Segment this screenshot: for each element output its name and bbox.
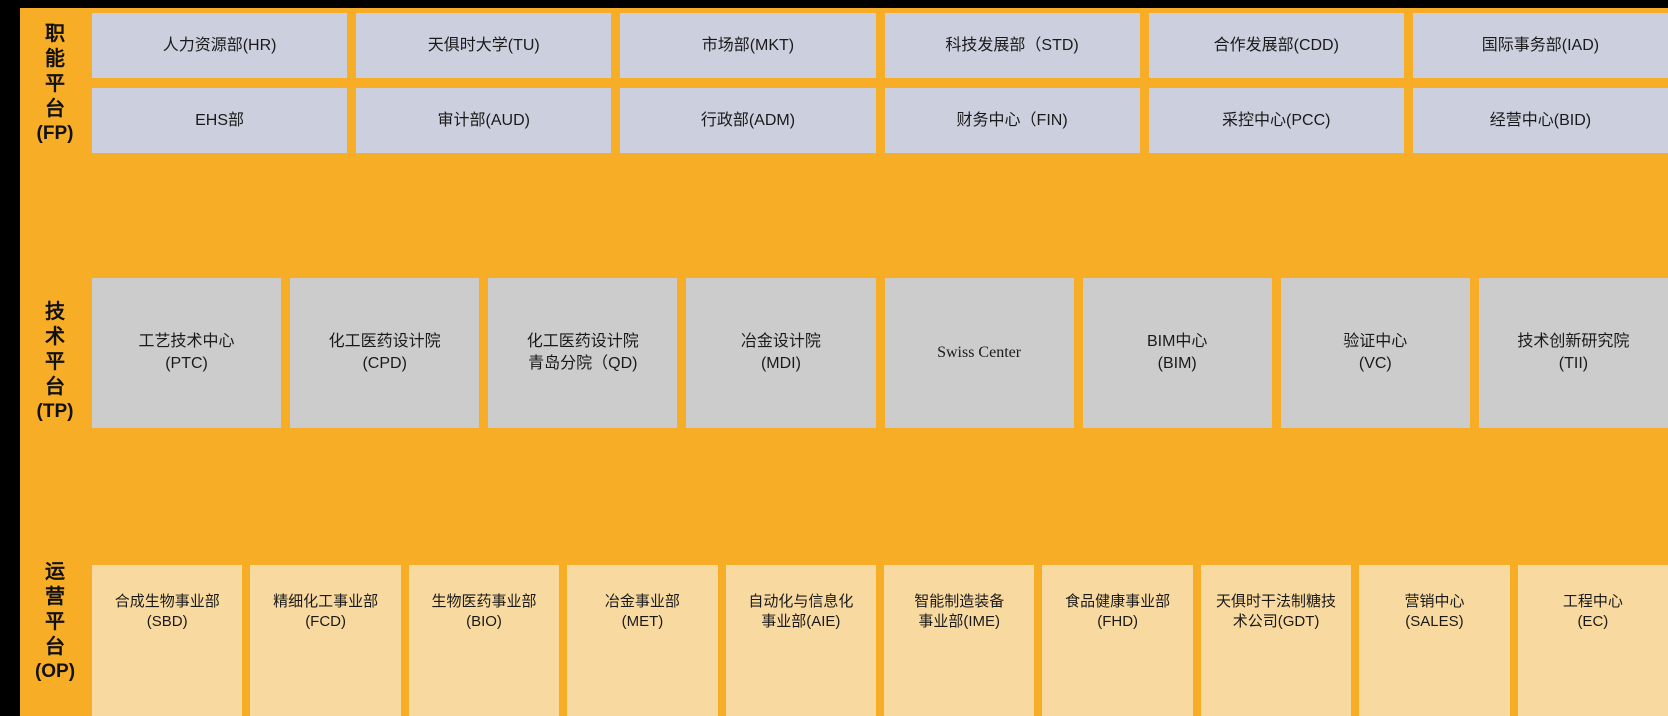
org-unit-label: 合成生物事业部 (SBD) [114,593,220,630]
org-unit-box[interactable]: 化工医药设计院 (CPD) [290,278,480,428]
org-unit-box[interactable]: 冶金设计院 (MDI) [686,278,876,428]
platform-row: EHS部 审计部(AUD) 行政部(ADM) 财务中心（FIN) 采控中心(PC… [92,88,1668,153]
platform-label-abbr: (TP) [36,401,74,422]
org-unit-box[interactable]: 食品健康事业部 (FHD) [1042,565,1193,716]
org-unit-box[interactable]: 生物医药事业部 (BIO) [408,565,560,716]
platform-label-char: 台 [45,376,65,398]
platform-label-char: 营 [45,586,65,608]
org-unit-label: 冶金设计院 (MDI) [740,333,821,372]
org-unit-box[interactable]: 工程中心 (EC) [1517,565,1668,716]
platform-label-char: 术 [45,326,65,348]
org-unit-label: 食品健康事业部 (FHD) [1065,593,1171,630]
platform-label-char: 台 [45,98,65,120]
platform-row: 合成生物事业部 (SBD) 精细化工事业部 (FCD) 生物医药事业部 (BIO… [92,565,1668,716]
platform-label-char: 能 [45,48,65,70]
platform-band-tp: 工艺技术中心 (PTC) 化工医药设计院 (CPD) 化工医药设计院 青岛分院（… [92,278,1668,428]
org-unit-label: 人力资源部(HR) [162,37,277,54]
org-unit-label: 验证中心 (VC) [1343,333,1408,372]
org-unit-box[interactable]: 技术创新研究院 (TII) [1478,278,1668,428]
org-unit-box[interactable]: 天俱时干法制糖技 术公司(GDT) [1200,565,1352,716]
org-unit-label: BIM中心 (BIM) [1146,333,1208,372]
org-unit-label: 天俱时干法制糖技 术公司(GDT) [1216,593,1337,630]
org-unit-label: 精细化工事业部 (FCD) [273,593,379,630]
org-unit-label: EHS部 [195,112,245,129]
org-unit-label: 财务中心（FIN) [956,112,1068,129]
platform-label-char: 运 [45,561,65,583]
org-unit-box[interactable]: 自动化与信息化 事业部(AIE) [725,565,877,716]
org-unit-box[interactable]: 智能制造装备 事业部(IME) [884,565,1035,716]
org-unit-label: 审计部(AUD) [437,112,530,129]
org-unit-label: 智能制造装备 事业部(IME) [914,593,1005,630]
platform-label-char: 平 [45,351,65,373]
org-unit-box[interactable]: 验证中心 (VC) [1280,278,1470,428]
org-unit-box[interactable]: Swiss Center [884,278,1074,428]
org-unit-label: 营销中心 (SALES) [1404,593,1465,630]
org-unit-box[interactable]: 合作发展部(CDD) [1148,13,1404,78]
platform-label-char: 台 [45,636,65,658]
platform-label-abbr: (OP) [34,661,76,682]
platform-label-char: 平 [45,611,65,633]
org-unit-box[interactable]: 国际事务部(IAD) [1412,13,1668,78]
org-unit-label: 技术创新研究院 (TII) [1517,333,1630,372]
org-unit-label: 冶金事业部 (MET) [604,593,680,630]
platform-label-char: 职 [45,23,65,45]
org-unit-label: 行政部(ADM) [700,112,796,129]
org-unit-label: 化工医药设计院 青岛分院（QD) [526,333,639,372]
org-unit-box[interactable]: 工艺技术中心 (PTC) [92,278,282,428]
platform-band-op: 合成生物事业部 (SBD) 精细化工事业部 (FCD) 生物医药事业部 (BIO… [92,565,1668,716]
org-platform-chart: 职 能 平 台 (FP) 人力资源部(HR) 天俱时大学(TU) 市场部(MKT… [0,0,1668,716]
org-unit-box[interactable]: EHS部 [92,88,348,153]
org-unit-label: 采控中心(PCC) [1222,112,1331,129]
org-unit-box[interactable]: 财务中心（FIN) [884,88,1140,153]
platform-label-op: 运 营 平 台 (OP) [20,528,90,716]
org-unit-label: 化工医药设计院 (CPD) [328,333,441,372]
platform-label-char: 技 [45,301,65,323]
org-unit-box[interactable]: 化工医药设计院 青岛分院（QD) [488,278,678,428]
platform-label-fp: 职 能 平 台 (FP) [20,8,90,160]
org-unit-label: 国际事务部(IAD) [1481,37,1600,54]
org-unit-label: 生物医药事业部 (BIO) [431,593,537,630]
org-unit-label: 天俱时大学(TU) [427,37,540,54]
org-unit-box[interactable]: 冶金事业部 (MET) [567,565,718,716]
platform-band-fp: 人力资源部(HR) 天俱时大学(TU) 市场部(MKT) 科技发展部（STD) … [92,13,1668,153]
platform-label-abbr: (FP) [36,123,74,144]
org-unit-box[interactable]: 合成生物事业部 (SBD) [92,565,243,716]
platform-label-char: 平 [45,73,65,95]
org-unit-box[interactable]: 审计部(AUD) [356,88,612,153]
org-unit-box[interactable]: 市场部(MKT) [620,13,876,78]
org-unit-box[interactable]: BIM中心 (BIM) [1082,278,1272,428]
org-unit-box[interactable]: 精细化工事业部 (FCD) [250,565,401,716]
org-unit-box[interactable]: 采控中心(PCC) [1148,88,1404,153]
org-unit-label: 经营中心(BID) [1489,112,1592,129]
org-unit-box[interactable]: 营销中心 (SALES) [1359,565,1510,716]
org-unit-label: 自动化与信息化 事业部(AIE) [748,593,854,630]
org-unit-box[interactable]: 天俱时大学(TU) [356,13,612,78]
org-unit-box[interactable]: 科技发展部（STD) [884,13,1140,78]
org-unit-label: 合作发展部(CDD) [1213,37,1339,54]
platform-label-tp: 技 术 平 台 (TP) [20,278,90,446]
platform-row: 人力资源部(HR) 天俱时大学(TU) 市场部(MKT) 科技发展部（STD) … [92,13,1668,78]
org-unit-label: 工程中心 (EC) [1562,593,1623,630]
org-unit-label: 市场部(MKT) [701,37,795,54]
org-unit-box[interactable]: 行政部(ADM) [620,88,876,153]
org-unit-box[interactable]: 经营中心(BID) [1412,88,1668,153]
platform-row: 工艺技术中心 (PTC) 化工医药设计院 (CPD) 化工医药设计院 青岛分院（… [92,278,1668,428]
org-unit-label: 科技发展部（STD) [945,37,1079,54]
org-unit-box[interactable]: 人力资源部(HR) [92,13,348,78]
org-unit-label: 工艺技术中心 (PTC) [138,333,235,372]
org-unit-label: Swiss Center [937,344,1022,361]
